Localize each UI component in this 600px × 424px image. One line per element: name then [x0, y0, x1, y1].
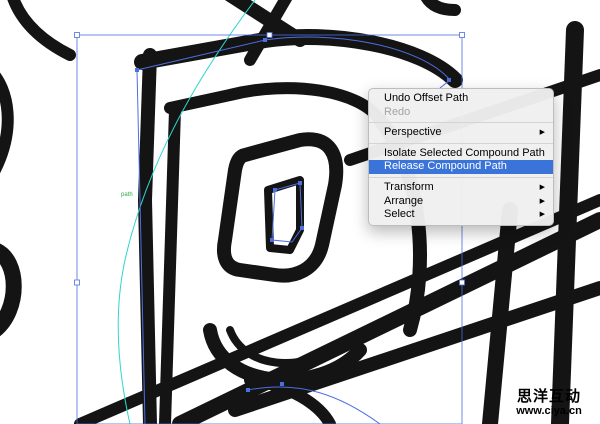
menu-item-release-compound-path[interactable]: Release Compound Path	[369, 160, 553, 174]
watermark-chinese: 思洋互动	[516, 386, 581, 405]
handle-mid-right	[459, 279, 465, 286]
menu-item-perspective[interactable]: Perspective ▶	[369, 126, 553, 140]
menu-item-select-label: Select	[384, 208, 415, 221]
letter-d-outer	[138, 48, 157, 424]
menu-item-undo-offset-path[interactable]: Undo Offset Path	[369, 92, 553, 106]
context-menu[interactable]: Undo Offset Path Redo Perspective ▶ Isol…	[368, 88, 554, 226]
submenu-arrow-icon: ▶	[539, 129, 545, 137]
stroke-top-left	[7, 0, 76, 61]
menu-item-redo: Redo	[384, 105, 411, 118]
stroke-top-right	[421, 0, 461, 16]
counter-outer	[216, 132, 344, 283]
watermark-url: www.ciya.cn	[516, 404, 582, 417]
submenu-arrow-icon: ▶	[539, 183, 545, 191]
letter-d-inner-top	[164, 82, 386, 126]
submenu-arrow-icon: ▶	[539, 211, 545, 219]
menu-item-select[interactable]: Select ▶	[369, 208, 553, 222]
submenu-arrow-icon: ▶	[539, 197, 545, 205]
menu-item-isolate-selected-compound-path[interactable]: Isolate Selected Compound Path	[369, 147, 553, 161]
menu-item-transform-label: Transform	[384, 180, 434, 193]
stroke-left-blob	[0, 243, 22, 337]
menu-item-arrange[interactable]: Arrange ▶	[369, 195, 553, 209]
letter-d-inner-left	[159, 104, 181, 424]
watermark: 思洋互动 www.ciya.cn	[504, 387, 594, 418]
handle-top-left	[74, 32, 80, 38]
handle-top-right	[459, 32, 465, 38]
stroke-left-arc	[0, 72, 14, 174]
handle-top-mid	[266, 32, 273, 38]
menu-separator	[369, 142, 553, 144]
menu-separator	[369, 122, 553, 124]
path-hover-label: path	[121, 192, 133, 198]
handle-mid-left	[74, 279, 80, 286]
menu-item-transform[interactable]: Transform ▶	[369, 181, 553, 195]
menu-separator	[369, 176, 553, 178]
menu-item-perspective-label: Perspective	[384, 126, 442, 139]
menu-item-arrange-label: Arrange	[384, 194, 424, 207]
